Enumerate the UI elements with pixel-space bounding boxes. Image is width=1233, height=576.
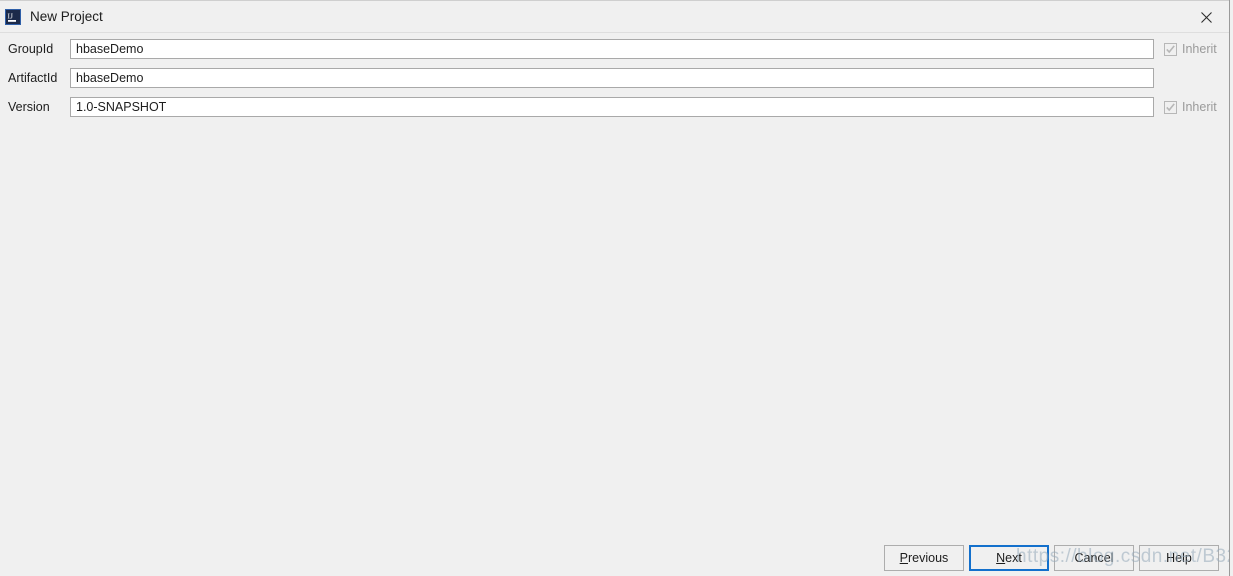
close-button[interactable] — [1184, 2, 1229, 32]
checkbox-checked-icon — [1164, 100, 1177, 114]
previous-button-label-rest: revious — [908, 551, 949, 565]
next-button[interactable]: Next — [969, 545, 1049, 571]
version-inherit-checkbox[interactable]: Inherit — [1164, 99, 1217, 115]
artifact-id-label: ArtifactId — [8, 71, 58, 85]
version-inherit-label: Inherit — [1182, 100, 1217, 114]
artifact-id-input[interactable] — [70, 68, 1154, 88]
help-button[interactable]: Help — [1139, 545, 1219, 571]
cancel-button-label: Cancel — [1074, 551, 1114, 565]
previous-button[interactable]: Previous — [884, 545, 964, 571]
close-icon — [1201, 11, 1212, 23]
next-button-mnemonic: N — [996, 551, 1006, 565]
form-row-artifact-id: ArtifactId — [0, 68, 1233, 88]
group-id-label: GroupId — [8, 42, 54, 56]
window-right-border — [1229, 0, 1230, 576]
group-id-inherit-checkbox[interactable]: Inherit — [1164, 41, 1217, 57]
cancel-button[interactable]: Cancel — [1054, 545, 1134, 571]
form-row-group-id: GroupId Inherit — [0, 39, 1233, 59]
window-title: New Project — [30, 9, 103, 24]
title-bar[interactable]: IJ New Project — [0, 1, 1233, 32]
version-input[interactable] — [70, 97, 1154, 117]
new-project-dialog: IJ New Project GroupId hbaseDemo Inherit… — [0, 0, 1233, 576]
intellij-idea-icon: IJ — [5, 9, 21, 25]
version-label: Version — [8, 100, 50, 114]
group-id-inherit-label: Inherit — [1182, 42, 1217, 56]
help-button-label: Help — [1166, 551, 1192, 565]
titlebar-separator — [0, 32, 1233, 33]
svg-text:IJ: IJ — [8, 12, 13, 21]
next-button-label-rest: ext — [1005, 551, 1022, 565]
form-row-version: Version Inherit — [0, 97, 1233, 117]
group-id-input[interactable] — [70, 39, 1154, 59]
dialog-button-bar: Previous Next Cancel Help — [0, 545, 1233, 572]
checkbox-checked-icon — [1164, 42, 1177, 56]
previous-button-mnemonic: P — [899, 551, 909, 565]
